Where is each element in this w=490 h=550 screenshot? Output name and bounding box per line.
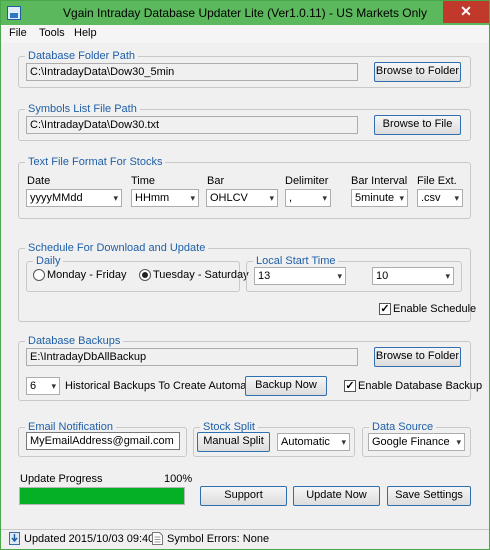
chevron-down-icon: ▾ [322, 193, 327, 203]
file-ext-value: .csv [421, 192, 441, 204]
database-folder-path[interactable]: C:\IntradayData\Dow30_5min [26, 63, 358, 81]
enable-schedule-checkbox[interactable]: ✓ [379, 303, 391, 315]
update-now-button[interactable]: Update Now [293, 486, 380, 506]
browse-database-folder-button[interactable]: Browse to Folder [374, 62, 461, 82]
bar-interval-select[interactable]: 5minute ▾ [351, 189, 408, 207]
chevron-down-icon: ▾ [445, 271, 450, 281]
last-updated-status: Updated 2015/10/03 09:40 [24, 533, 155, 545]
chevron-down-icon: ▾ [269, 193, 274, 203]
backup-count-value: 6 [30, 380, 37, 392]
monday-friday-radio[interactable] [33, 269, 45, 281]
daily-legend: Daily [33, 255, 64, 267]
chevron-down-icon: ▾ [337, 271, 342, 281]
document-icon [152, 532, 163, 545]
symbols-file-path[interactable]: C:\IntradayData\Dow30.txt [26, 116, 358, 134]
chevron-down-icon: ▾ [341, 437, 346, 447]
start-minute-value: 10 [376, 270, 389, 282]
file-ext-select[interactable]: .csv ▾ [417, 189, 463, 207]
data-source-value: Google Finance [372, 436, 450, 448]
delimiter-select[interactable]: , ▾ [285, 189, 331, 207]
date-format-label: Date [27, 175, 51, 187]
bar-interval-label: Bar Interval [351, 175, 408, 187]
split-mode-select[interactable]: Automatic ▾ [277, 433, 350, 451]
window-title: Vgain Intraday Database Updater Lite (Ve… [63, 6, 427, 20]
delimiter-value: , [289, 192, 293, 204]
date-format-select[interactable]: yyyyMMdd ▾ [26, 189, 122, 207]
bar-format-select[interactable]: OHLCV ▾ [206, 189, 278, 207]
chevron-down-icon: ▾ [456, 437, 461, 447]
chevron-down-icon: ▾ [454, 193, 459, 203]
file-ext-label: File Ext. [417, 175, 457, 187]
data-source-select[interactable]: Google Finance ▾ [368, 433, 465, 451]
app-window: Vgain Intraday Database Updater Lite (Ve… [0, 0, 490, 550]
backup-count-select[interactable]: 6 ▾ [26, 377, 60, 395]
date-format-value: yyyyMMdd [30, 192, 83, 204]
schedule-legend: Schedule For Download and Update [25, 242, 209, 254]
split-mode-value: Automatic [281, 436, 330, 448]
update-progress-fill [20, 488, 184, 504]
browse-backup-folder-button[interactable]: Browse to Folder [374, 347, 461, 367]
enable-backup-label[interactable]: Enable Database Backup [358, 380, 482, 392]
time-format-label: Time [131, 175, 156, 187]
text-format-legend: Text File Format For Stocks [25, 156, 166, 168]
download-icon [9, 532, 20, 545]
data-source-legend: Data Source [369, 421, 437, 433]
browse-symbols-file-button[interactable]: Browse to File [374, 115, 461, 135]
status-bar: Updated 2015/10/03 09:40 Symbol Errors: … [1, 529, 489, 549]
symbols-file-legend: Symbols List File Path [25, 103, 140, 115]
start-hour-value: 13 [258, 270, 271, 282]
close-button[interactable]: ✕ [443, 1, 489, 23]
monday-friday-label[interactable]: Monday - Friday [47, 269, 126, 281]
chevron-down-icon: ▾ [190, 193, 195, 203]
menu-bar: File Tools Help [1, 25, 489, 43]
menu-tools[interactable]: Tools [39, 27, 65, 39]
email-input[interactable]: MyEmailAddress@gmail.com [26, 432, 180, 450]
menu-file[interactable]: File [9, 27, 27, 39]
backups-legend: Database Backups [25, 335, 124, 347]
save-settings-button[interactable]: Save Settings [387, 486, 471, 506]
start-minute-select[interactable]: 10 ▾ [372, 267, 454, 285]
support-button[interactable]: Support [200, 486, 287, 506]
start-hour-select[interactable]: 13 ▾ [254, 267, 346, 285]
local-start-legend: Local Start Time [253, 255, 339, 267]
bar-format-value: OHLCV [210, 192, 248, 204]
database-folder-legend: Database Folder Path [25, 50, 139, 62]
bar-interval-value: 5minute [355, 192, 395, 204]
delimiter-label: Delimiter [285, 175, 329, 187]
enable-schedule-label[interactable]: Enable Schedule [393, 303, 476, 315]
backup-folder-path[interactable]: E:\IntradayDbAllBackup [26, 348, 358, 366]
tuesday-saturday-radio[interactable] [139, 269, 151, 281]
historical-backups-label: Historical Backups To Create Automatical… [65, 380, 274, 392]
enable-backup-checkbox[interactable]: ✓ [344, 380, 356, 392]
update-progress-label: Update Progress [20, 473, 103, 485]
time-format-value: HHmm [135, 192, 170, 204]
chevron-down-icon: ▾ [399, 193, 404, 203]
menu-help[interactable]: Help [74, 27, 97, 39]
chevron-down-icon: ▾ [51, 381, 56, 391]
title-bar[interactable]: Vgain Intraday Database Updater Lite (Ve… [1, 1, 489, 25]
symbol-errors-status: Symbol Errors: None [167, 533, 270, 545]
bar-format-label: Bar [207, 175, 225, 187]
update-progress-bar [19, 487, 185, 505]
backup-now-button[interactable]: Backup Now [245, 376, 327, 396]
time-format-select[interactable]: HHmm ▾ [131, 189, 199, 207]
chevron-down-icon: ▾ [113, 193, 118, 203]
tuesday-saturday-label[interactable]: Tuesday - Saturday [153, 269, 249, 281]
manual-split-button[interactable]: Manual Split [197, 432, 270, 452]
update-progress-percent: 100% [164, 473, 193, 485]
